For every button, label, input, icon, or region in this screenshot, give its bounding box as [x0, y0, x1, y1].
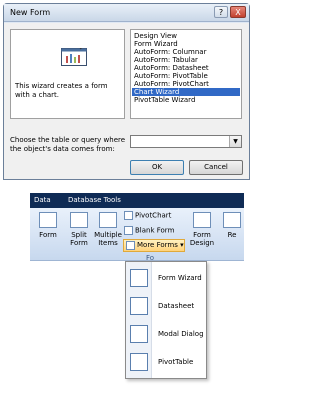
- new-form-dialog: New Form ? X This wizard creates a form …: [3, 3, 250, 180]
- form-button-label: Form: [39, 231, 57, 239]
- split-form-icon: [70, 212, 88, 228]
- tab-data[interactable]: Data: [34, 196, 51, 204]
- access-ribbon: Data Database Tools Form Split Form Mult…: [30, 193, 244, 390]
- multiple-items-button[interactable]: Multiple Items: [93, 212, 123, 247]
- more-forms-button[interactable]: More Forms ▾: [123, 239, 185, 252]
- list-item-selected[interactable]: Chart Wizard: [132, 88, 240, 96]
- list-item[interactable]: AutoForm: PivotChart: [132, 80, 240, 88]
- list-item[interactable]: AutoForm: Tabular: [132, 56, 240, 64]
- chevron-down-icon: ▾: [177, 241, 184, 249]
- dialog-titlebar[interactable]: New Form ? X: [4, 4, 249, 22]
- report-button-partial[interactable]: Re: [222, 212, 242, 239]
- pivotchart-label: PivotChart: [135, 211, 172, 220]
- multiple-items-label-2: Items: [98, 239, 118, 247]
- chevron-down-icon[interactable]: ▼: [229, 136, 241, 147]
- cancel-button[interactable]: Cancel: [189, 160, 243, 175]
- list-item[interactable]: Design View: [132, 32, 240, 40]
- form-design-label-2: Design: [189, 239, 215, 247]
- blank-form-icon: [124, 226, 133, 235]
- pivotchart-button[interactable]: PivotChart: [124, 211, 171, 220]
- close-button[interactable]: X: [230, 6, 246, 18]
- list-item[interactable]: Form Wizard: [132, 40, 240, 48]
- menu-item-label: Form Wizard: [158, 274, 202, 282]
- list-item[interactable]: AutoForm: Columnar: [132, 48, 240, 56]
- pivottable-icon: [130, 353, 148, 371]
- ok-button[interactable]: OK: [130, 160, 184, 175]
- split-form-button[interactable]: Split Form: [66, 212, 92, 247]
- list-item[interactable]: PivotTable Wizard: [132, 96, 240, 104]
- datasheet-icon: [130, 297, 148, 315]
- more-forms-menu: Form Wizard Datasheet Modal Dialog Pivot…: [125, 261, 207, 379]
- form-icon: [39, 212, 57, 228]
- multiple-items-label-1: Multiple: [94, 231, 122, 239]
- report-icon: [223, 212, 241, 228]
- multiple-items-icon: [99, 212, 117, 228]
- menu-item-pivottable[interactable]: PivotTable: [126, 350, 206, 374]
- form-design-button[interactable]: Form Design: [188, 212, 216, 247]
- more-forms-icon: [126, 240, 135, 250]
- blank-form-button[interactable]: Blank Form: [124, 226, 174, 235]
- menu-item-modal-dialog[interactable]: Modal Dialog: [126, 322, 206, 346]
- wizard-preview: This wizard creates a form with a chart.: [10, 29, 125, 119]
- pivotchart-icon: [124, 211, 133, 220]
- form-design-label-1: Form: [193, 231, 211, 239]
- form-wizard-icon: [130, 269, 148, 287]
- source-prompt: Choose the table or query where the obje…: [10, 136, 126, 153]
- form-type-list[interactable]: Design View Form Wizard AutoForm: Column…: [130, 29, 242, 119]
- dialog-title: New Form: [10, 8, 51, 17]
- wizard-description: This wizard creates a form with a chart.: [15, 82, 108, 99]
- chart-wizard-icon: [61, 48, 87, 66]
- ribbon-tabbar: Data Database Tools: [30, 193, 244, 208]
- menu-item-datasheet[interactable]: Datasheet: [126, 294, 206, 318]
- modal-dialog-icon: [130, 325, 148, 343]
- menu-item-label: Datasheet: [158, 302, 195, 310]
- split-form-label-1: Split: [71, 231, 87, 239]
- form-design-icon: [193, 212, 211, 228]
- dialog-body: This wizard creates a form with a chart.…: [4, 23, 249, 179]
- menu-item-label: PivotTable: [158, 358, 194, 366]
- menu-item-label: Modal Dialog: [158, 330, 204, 338]
- split-form-label-2: Form: [70, 239, 88, 247]
- menu-item-form-wizard[interactable]: Form Wizard: [126, 266, 206, 290]
- tab-database-tools[interactable]: Database Tools: [68, 196, 121, 204]
- form-button[interactable]: Form: [36, 212, 60, 239]
- ribbon-body: Form Split Form Multiple Items PivotChar…: [30, 208, 244, 262]
- list-item[interactable]: AutoForm: PivotTable: [132, 72, 240, 80]
- help-button[interactable]: ?: [214, 6, 228, 18]
- more-forms-label: More Forms: [137, 241, 178, 249]
- list-item[interactable]: AutoForm: Datasheet: [132, 64, 240, 72]
- report-label: Re: [227, 231, 237, 239]
- source-combo[interactable]: ▼: [130, 135, 242, 148]
- blank-form-label: Blank Form: [135, 226, 175, 235]
